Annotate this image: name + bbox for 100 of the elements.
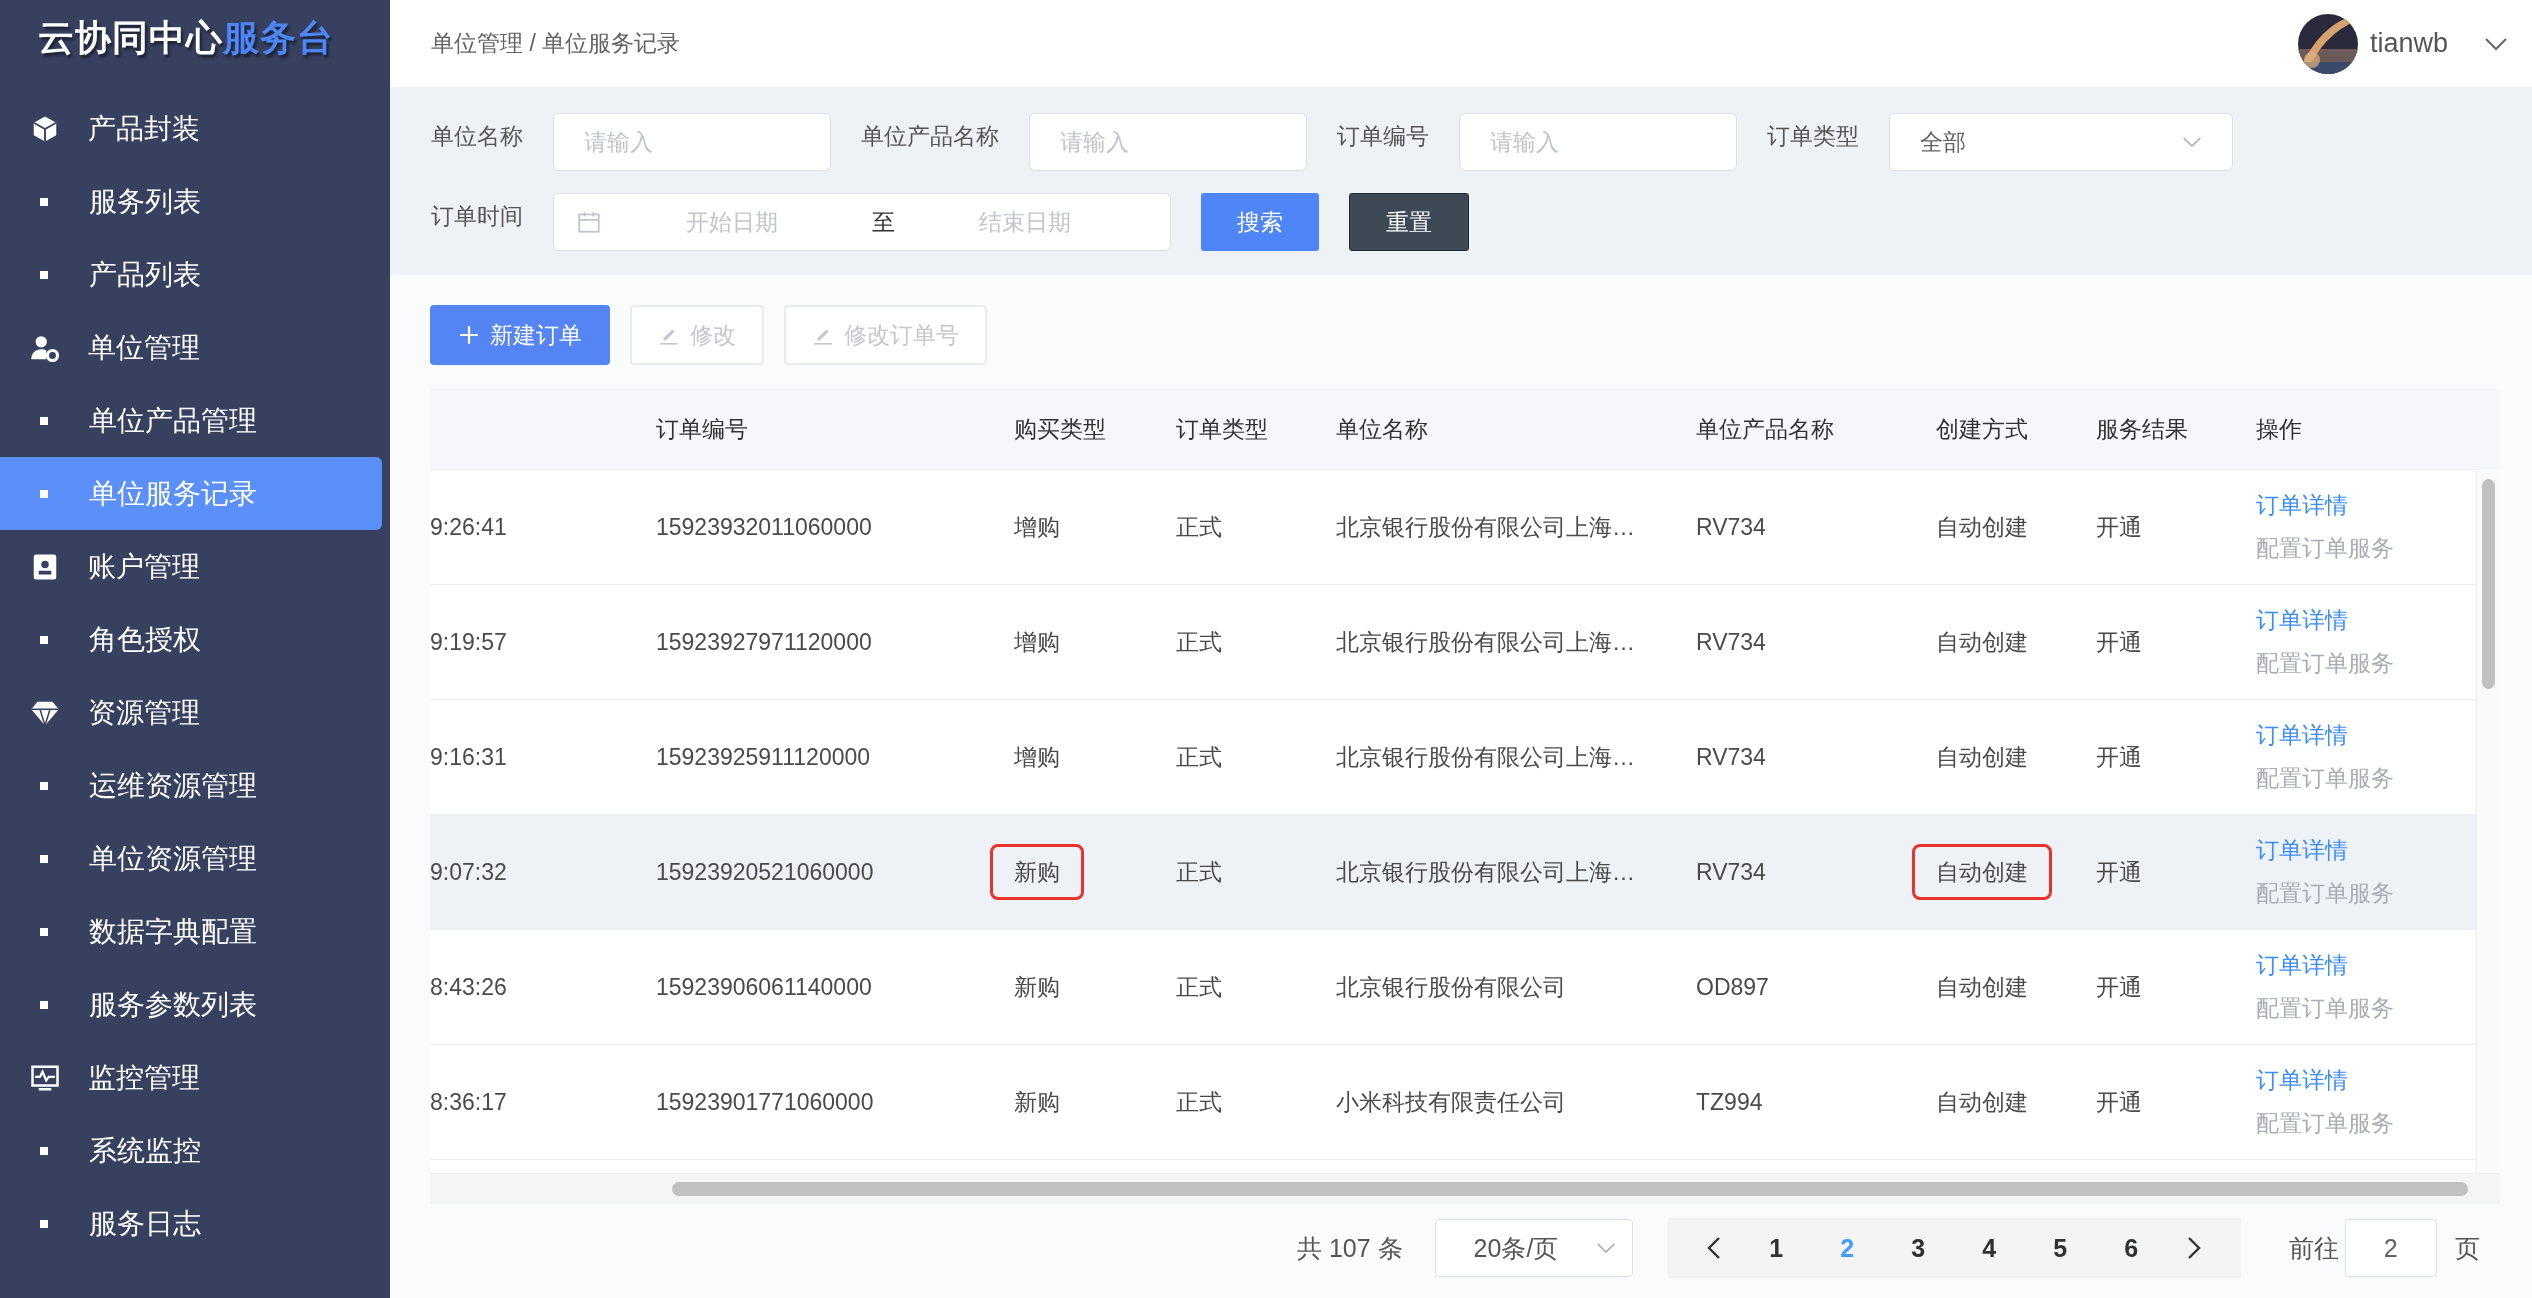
table-cell: 15923925911120000: [656, 743, 871, 770]
menu-group-label: 单位管理: [88, 330, 200, 365]
menu-item[interactable]: 数据字典配置: [0, 895, 382, 968]
table-cell: 自动创建: [1936, 1088, 2028, 1115]
field-label: 单位名称: [431, 121, 523, 151]
table-cell: 开通: [2096, 1088, 2142, 1115]
table-cell: 开通: [2096, 513, 2142, 540]
table-cell: 北京银行股份有限公司: [1336, 973, 1566, 1000]
column-header: 创建方式: [1936, 415, 2028, 442]
table-cell: 小米科技有限责任公司: [1336, 1088, 1566, 1115]
page-suffix: 页: [2454, 1232, 2480, 1264]
column-header: 购买类型: [1014, 415, 1106, 442]
table-cell: RV734: [1696, 513, 1766, 540]
plus-icon: [458, 324, 480, 346]
menu-group-label: 账户管理: [88, 549, 200, 584]
page-button[interactable]: 5: [2024, 1218, 2096, 1278]
table-cell: 新购: [1014, 1088, 1060, 1115]
column-header: 单位产品名称: [1696, 415, 1834, 442]
page-button[interactable]: 3: [1882, 1218, 1954, 1278]
table-cell: 新购: [990, 843, 1084, 900]
table-cell: 正式: [1176, 743, 1222, 770]
menu-group-label: 资源管理: [88, 695, 200, 730]
table-cell: 增购: [1014, 743, 1060, 770]
table-cell: 增购: [1014, 628, 1060, 655]
next-page-icon[interactable]: [2186, 1236, 2201, 1260]
input-field[interactable]: 请输入: [1459, 113, 1737, 171]
menu-item[interactable]: 单位资源管理: [0, 822, 382, 895]
menu-group[interactable]: 监控管理: [0, 1041, 390, 1114]
table-cell: 正式: [1176, 513, 1222, 540]
table-cell: 开通: [2096, 858, 2142, 885]
menu-item[interactable]: 服务日志: [0, 1187, 382, 1260]
jump-label: 前往: [2288, 1232, 2339, 1264]
table-cell: 9:19:57: [430, 628, 507, 655]
table-cell: 自动创建: [1936, 743, 2028, 770]
page-button[interactable]: 4: [1953, 1218, 2025, 1278]
menu-group[interactable]: 产品封装: [0, 92, 390, 165]
table-cell: 正式: [1176, 858, 1222, 885]
menu-item[interactable]: 系统监控: [0, 1114, 382, 1187]
page-button[interactable]: 6: [2095, 1218, 2167, 1278]
input-field[interactable]: 请输入: [1029, 113, 1307, 171]
table-cell: 开通: [2096, 743, 2142, 770]
page-size-select[interactable]: 20条/页: [1434, 1219, 1633, 1277]
menu-item[interactable]: 服务列表: [0, 165, 382, 238]
field-label: 订单编号: [1337, 121, 1429, 151]
field-label: 单位产品名称: [861, 121, 999, 151]
menu-group-label: 监控管理: [88, 1060, 200, 1095]
table-cell: 15923932011060000: [656, 513, 872, 540]
previous-page-icon[interactable]: [1706, 1236, 1721, 1260]
input-field[interactable]: 请输入: [553, 113, 831, 171]
field-label: 订单时间: [431, 201, 523, 231]
table-cell: 增购: [1014, 513, 1060, 540]
table-cell: 北京银行股份有限公司上海…: [1336, 743, 1635, 770]
table-cell: RV734: [1696, 628, 1766, 655]
table-cell: 9:07:32: [430, 858, 507, 885]
menu-group[interactable]: 账户管理: [0, 530, 390, 603]
menu-item[interactable]: 产品列表: [0, 238, 382, 311]
start-date-placeholder: 开始日期: [685, 207, 779, 237]
table-cell: 自动创建: [1936, 973, 2028, 1000]
date-range-field[interactable]: 开始日期 至 结束日期: [553, 193, 1171, 251]
menu-group[interactable]: 单位管理: [0, 311, 390, 384]
table-cell: 北京银行股份有限公司上海…: [1336, 513, 1635, 540]
table-cell: 15923927971120000: [656, 628, 872, 655]
menu-item[interactable]: 运维资源管理: [0, 749, 382, 822]
column-header: 订单编号: [656, 415, 748, 442]
table-cell: 正式: [1176, 628, 1222, 655]
chevron-down-icon[interactable]: [2484, 36, 2508, 51]
table-cell: 北京银行股份有限公司上海…: [1336, 628, 1635, 655]
table-cell: 自动创建: [1936, 513, 2028, 540]
table-cell: RV734: [1696, 743, 1766, 770]
table-cell: 北京银行股份有限公司上海…: [1336, 858, 1635, 885]
table-cell: 9:16:31: [430, 743, 507, 770]
menu-item[interactable]: 单位产品管理: [0, 384, 382, 457]
menu-group[interactable]: 资源管理: [0, 676, 390, 749]
horizontal-scrollbar[interactable]: [430, 1173, 2500, 1204]
column-header: 操作: [2256, 415, 2302, 442]
table-cell: TZ994: [1696, 1088, 1763, 1115]
field-label: 订单类型: [1767, 121, 1859, 151]
page-button[interactable]: 1: [1740, 1218, 1812, 1278]
breadcrumb: 单位管理 / 单位服务记录: [431, 29, 681, 58]
table-cell: 9:26:41: [430, 513, 507, 540]
table-cell: 开通: [2096, 628, 2142, 655]
page-jump-field[interactable]: 2: [2344, 1219, 2437, 1277]
menu-group-label: 产品封装: [88, 111, 200, 146]
table-cell: 8:43:26: [430, 973, 507, 1000]
table-cell: 自动创建: [1936, 628, 2028, 655]
table-cell: OD897: [1696, 973, 1769, 1000]
vertical-scrollbar[interactable]: [2476, 469, 2500, 1173]
select-field[interactable]: 全部: [1889, 113, 2233, 171]
table-cell: 15923906061140000: [656, 973, 872, 1000]
range-separator: 至: [872, 207, 895, 237]
menu-item[interactable]: 服务参数列表: [0, 968, 382, 1041]
table-cell: 正式: [1176, 1088, 1222, 1115]
user-name[interactable]: tianwb: [2369, 28, 2448, 59]
column-header: 服务结果: [2096, 415, 2188, 442]
calendar-icon: [576, 209, 602, 235]
table-cell: 新购: [1014, 973, 1060, 1000]
add-button[interactable]: 新建订单: [430, 305, 610, 365]
reset-button[interactable]: 重置: [1349, 193, 1469, 251]
menu-item[interactable]: 角色授权: [0, 603, 382, 676]
table-cell: RV734: [1696, 858, 1766, 885]
